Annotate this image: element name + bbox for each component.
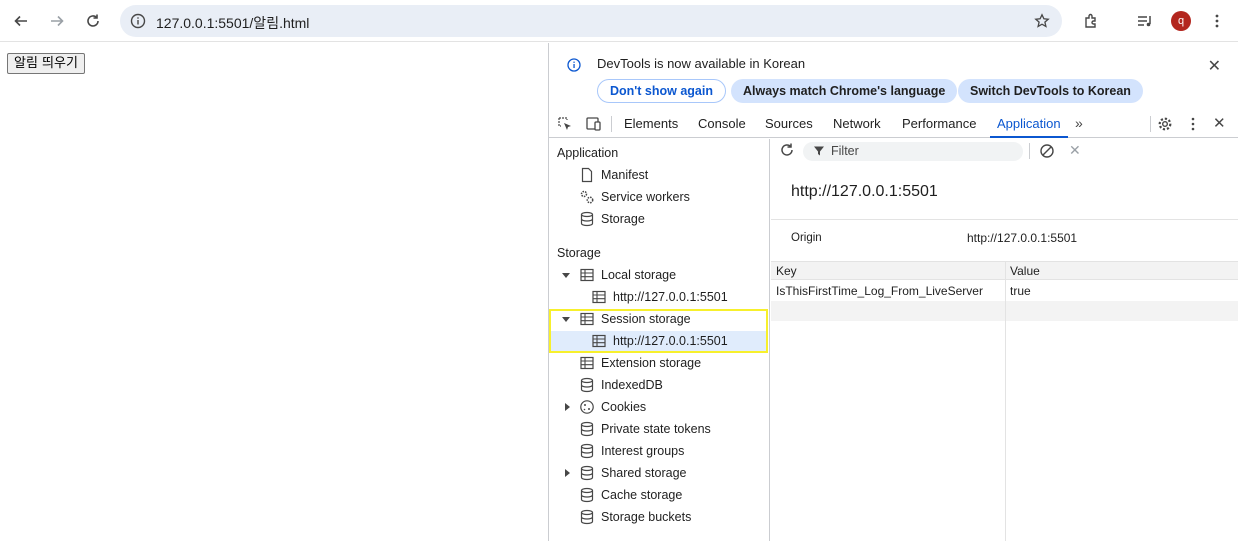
tab-performance[interactable]: Performance [902, 110, 976, 138]
tab-network[interactable]: Network [833, 110, 881, 138]
clear-all-icon[interactable] [1039, 143, 1055, 159]
show-alert-button[interactable]: 알림 띄우기 [7, 53, 85, 74]
media-queue-icon[interactable] [1133, 9, 1157, 33]
tab-application[interactable]: Application [990, 110, 1068, 138]
url-text[interactable]: 127.0.0.1:5501/알림.html [156, 13, 309, 33]
cookie-icon [579, 399, 595, 415]
more-tabs-icon[interactable]: » [1075, 115, 1083, 131]
match-language-button[interactable]: Always match Chrome's language [731, 79, 958, 103]
sidebar-item-label: Manifest [601, 168, 649, 182]
device-toolbar-icon[interactable] [584, 116, 602, 132]
site-info-icon[interactable] [128, 11, 148, 31]
table-icon [579, 311, 595, 327]
sidebar-item-label: Cache storage [601, 488, 683, 502]
sidebar-item-label: Private state tokens [601, 422, 711, 436]
collapse-arrow-icon[interactable] [565, 469, 570, 477]
sidebar-item-label: Storage [601, 212, 645, 226]
more-vert-icon[interactable] [1205, 9, 1229, 33]
sidebar-item-label: Shared storage [601, 466, 687, 480]
reload-icon[interactable] [81, 9, 105, 33]
section-storage-header: Storage [557, 246, 601, 260]
expand-arrow-icon[interactable] [562, 317, 570, 322]
browser-toolbar: 127.0.0.1:5501/알림.html q [0, 0, 1238, 42]
inspect-element-icon[interactable] [557, 116, 573, 132]
document-icon [579, 167, 595, 183]
key-cell[interactable]: IsThisFirstTime_Log_From_LiveServer [776, 284, 983, 298]
expand-arrow-icon[interactable] [562, 273, 570, 278]
sidebar-item-label: http://127.0.0.1:5501 [613, 334, 728, 348]
info-icon [566, 57, 582, 73]
language-infobar: DevTools is now available in Korean ✕ Do… [549, 43, 1238, 110]
sidebar-item-label: Cookies [601, 400, 647, 414]
profile-avatar[interactable]: q [1171, 11, 1191, 31]
filter-placeholder: Filter [831, 144, 859, 158]
table-icon [591, 333, 607, 349]
table-icon [591, 289, 607, 305]
filter-toolbar: Filter ✕ [771, 139, 1238, 163]
refresh-icon[interactable] [779, 142, 795, 158]
extensions-icon[interactable] [1080, 9, 1104, 33]
table-icon [579, 267, 595, 283]
database-icon [579, 421, 595, 437]
tab-separator [611, 116, 612, 132]
divider [771, 219, 1238, 220]
collapse-arrow-icon[interactable] [565, 403, 570, 411]
sidebar-item-label: Extension storage [601, 356, 702, 370]
filter-icon [813, 145, 825, 157]
dont-show-again-button[interactable]: Don't show again [597, 79, 726, 103]
database-icon [579, 443, 595, 459]
application-sidebar: Application Manifest Service workers Sto… [549, 139, 770, 541]
back-icon[interactable] [9, 9, 33, 33]
database-icon [579, 487, 595, 503]
column-header-value[interactable]: Value [1010, 264, 1040, 278]
forward-icon[interactable] [45, 9, 69, 33]
address-bar[interactable]: 127.0.0.1:5501/알림.html [120, 5, 1062, 37]
gears-icon [579, 189, 595, 205]
database-icon [579, 465, 595, 481]
delete-selected-icon[interactable]: ✕ [1069, 142, 1081, 159]
sidebar-item-label: Storage buckets [601, 510, 692, 524]
sidebar-item-label: Interest groups [601, 444, 685, 458]
sidebar-item-label: IndexedDB [601, 378, 663, 392]
switch-language-button[interactable]: Switch DevTools to Korean [958, 79, 1143, 103]
settings-gear-icon[interactable] [1157, 116, 1173, 132]
toolbar-separator [1029, 143, 1030, 159]
sidebar-item-label: Service workers [601, 190, 690, 204]
table-icon [579, 355, 595, 371]
sidebar-item-label: http://127.0.0.1:5501 [613, 290, 728, 304]
devtools-tabbar: Elements Console Sources Network Perform… [549, 110, 1238, 138]
tab-separator [1150, 116, 1151, 132]
more-vert-icon[interactable] [1185, 116, 1201, 132]
origin-value: http://127.0.0.1:5501 [967, 231, 1078, 245]
database-icon [579, 377, 595, 393]
infobar-message: DevTools is now available in Korean [597, 56, 806, 71]
storage-main-pane: Filter ✕ http://127.0.0.1:5501 Origin ht… [771, 139, 1238, 541]
tab-elements[interactable]: Elements [624, 110, 678, 138]
value-cell[interactable]: true [1010, 284, 1031, 298]
origin-title: http://127.0.0.1:5501 [791, 183, 938, 200]
tab-sources[interactable]: Sources [765, 110, 813, 138]
close-devtools-icon[interactable]: ✕ [1213, 114, 1226, 132]
tab-console[interactable]: Console [698, 110, 746, 138]
column-header-key[interactable]: Key [776, 264, 797, 278]
section-application-header: Application [557, 146, 619, 160]
origin-label: Origin [791, 232, 822, 244]
bookmark-star-icon[interactable] [1032, 11, 1052, 31]
close-icon[interactable]: ✕ [1208, 56, 1221, 76]
sidebar-item-label: Session storage [601, 312, 691, 326]
database-icon [579, 509, 595, 525]
database-icon [579, 211, 595, 227]
devtools-panel: DevTools is now available in Korean ✕ Do… [548, 43, 1238, 541]
sidebar-item-label: Local storage [601, 268, 677, 282]
column-divider [1005, 261, 1006, 541]
